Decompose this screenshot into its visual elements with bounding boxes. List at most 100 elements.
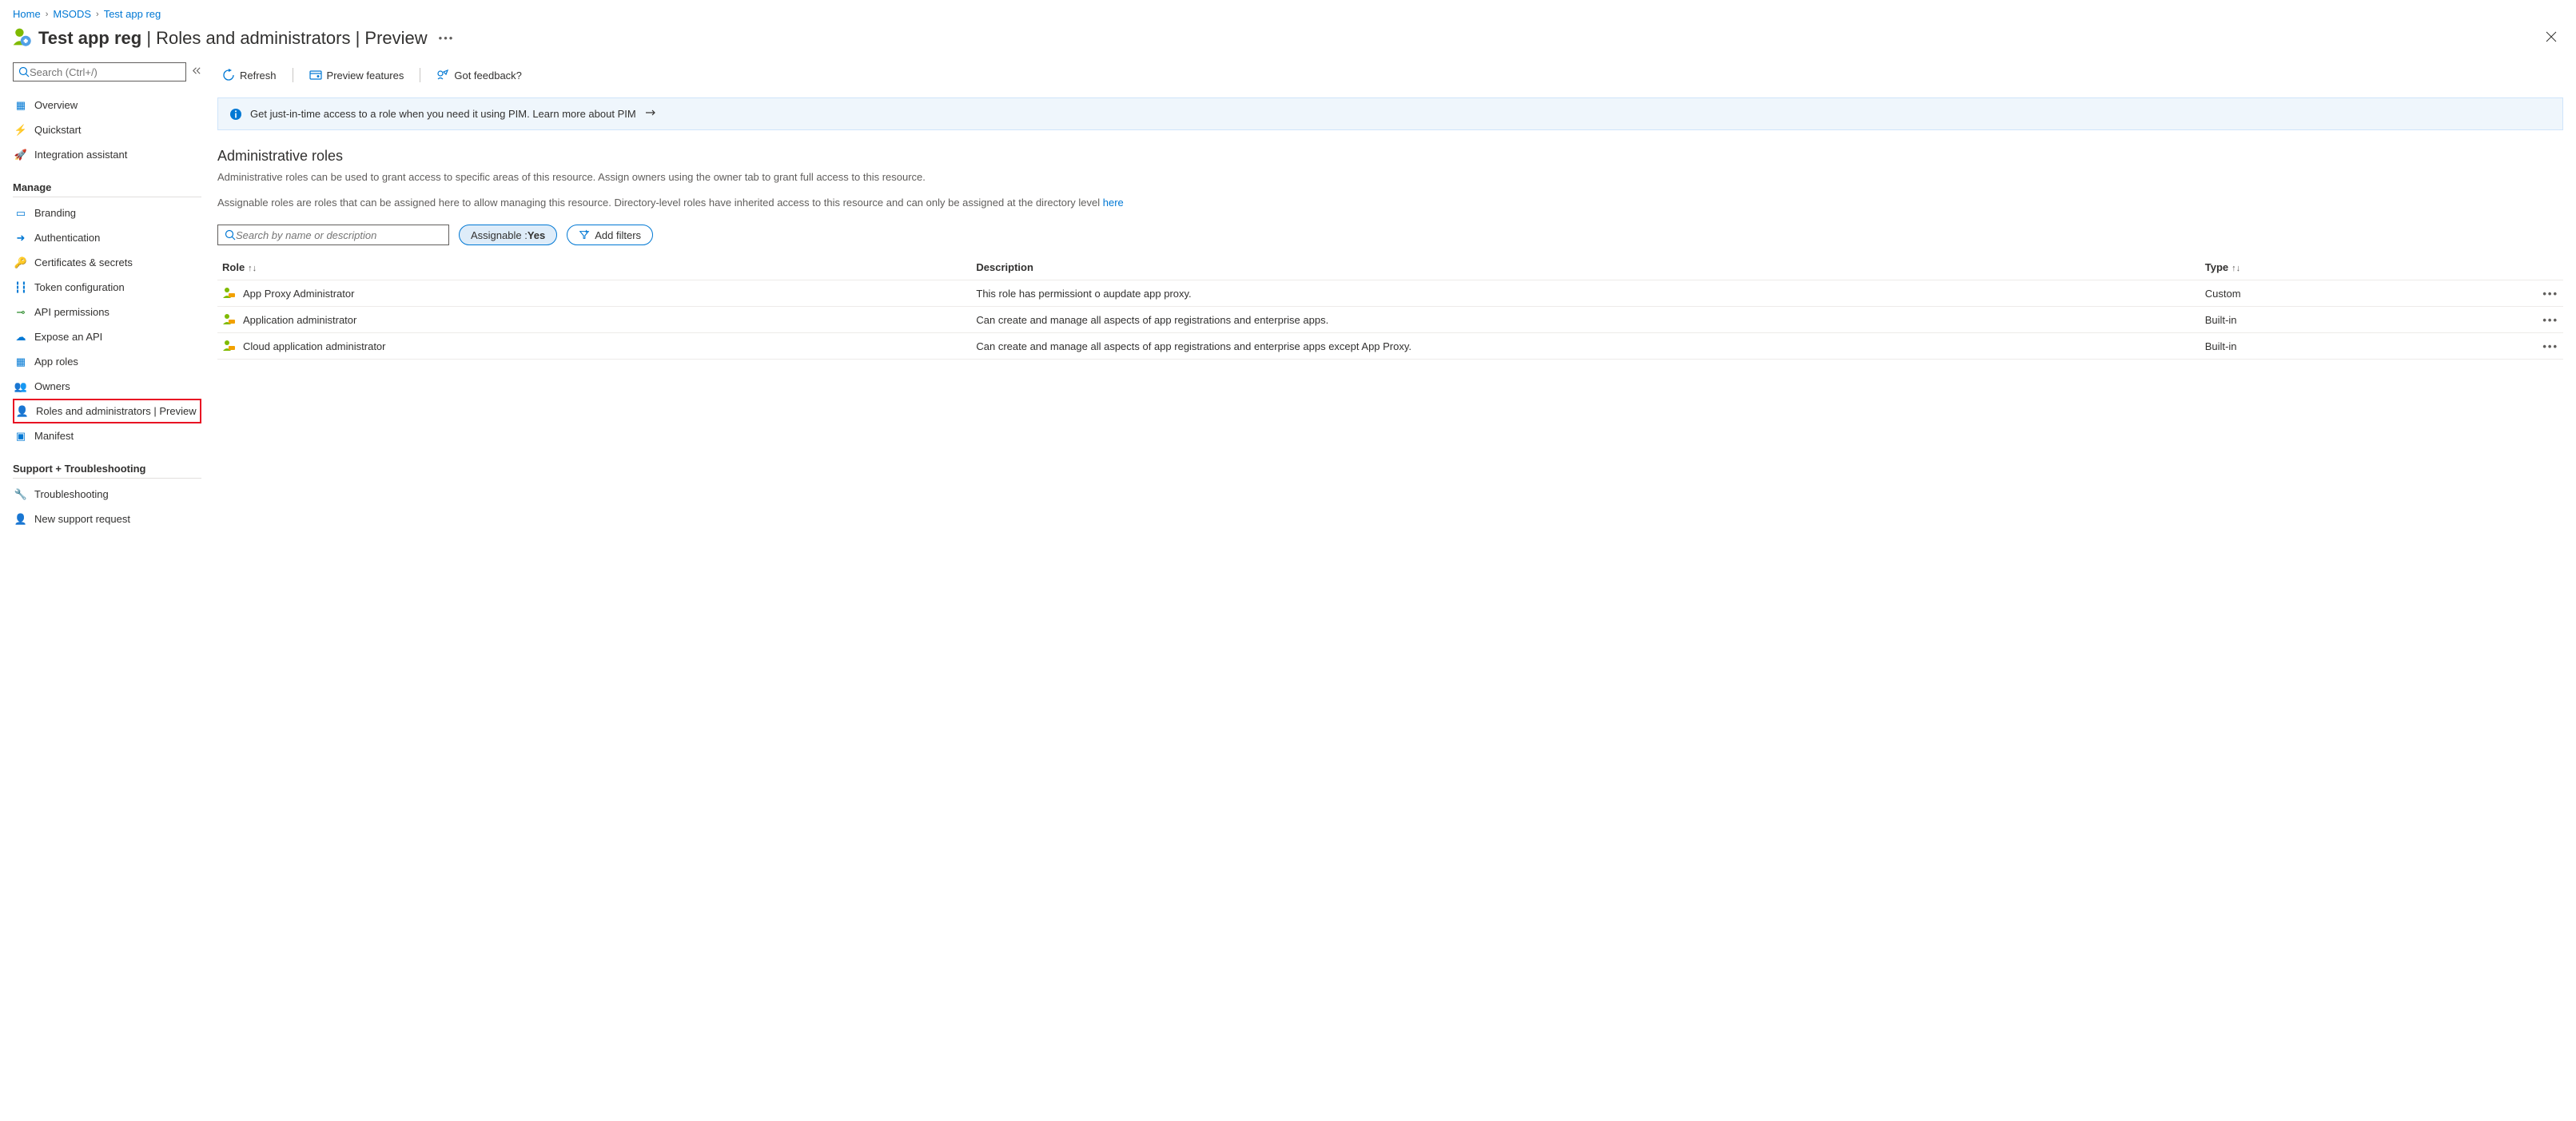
chevron-right-icon: › xyxy=(96,10,99,19)
collapse-sidebar-button[interactable] xyxy=(191,66,201,78)
section-heading: Administrative roles xyxy=(217,148,2563,165)
role-name: App Proxy Administrator xyxy=(243,288,354,300)
sidebar-item-label: Token configuration xyxy=(34,281,125,293)
sidebar-item-overview[interactable]: ▦ Overview xyxy=(13,93,201,117)
sidebar-item-label: API permissions xyxy=(34,306,109,318)
preview-features-button[interactable]: Preview features xyxy=(305,66,409,85)
sidebar-item-integration-assistant[interactable]: 🚀 Integration assistant xyxy=(13,142,201,167)
key-icon: 🔑 xyxy=(14,256,27,269)
row-context-menu[interactable]: ••• xyxy=(2479,333,2563,360)
sidebar-item-token-config[interactable]: ┇┇ Token configuration xyxy=(13,275,201,300)
role-search[interactable] xyxy=(217,225,449,245)
refresh-icon xyxy=(222,69,235,81)
manifest-icon: ▣ xyxy=(14,430,27,443)
branding-icon: ▭ xyxy=(14,207,27,220)
info-icon xyxy=(229,108,242,121)
sidebar-item-label: Roles and administrators | Preview xyxy=(36,405,197,417)
sidebar-item-label: Expose an API xyxy=(34,331,102,343)
sidebar-section-manage: Manage xyxy=(13,181,201,193)
role-name: Application administrator xyxy=(243,314,356,326)
authentication-icon: ➜ xyxy=(14,232,27,244)
sidebar-item-label: Overview xyxy=(34,99,78,111)
role-description: Can create and manage all aspects of app… xyxy=(971,307,2200,333)
sidebar-item-troubleshooting[interactable]: 🔧 Troubleshooting xyxy=(13,482,201,507)
role-icon xyxy=(222,312,237,327)
sidebar-item-label: New support request xyxy=(34,513,130,525)
role-search-input[interactable] xyxy=(236,229,442,241)
add-filters-button[interactable]: Add filters xyxy=(567,225,653,245)
title-app-name: Test app reg xyxy=(38,28,141,48)
breadcrumb-msods[interactable]: MSODS xyxy=(53,8,91,20)
api-permissions-icon: ⊸ xyxy=(14,306,27,319)
column-header-type[interactable]: Type↑↓ xyxy=(2200,255,2479,280)
row-context-menu[interactable]: ••• xyxy=(2479,307,2563,333)
preview-icon xyxy=(309,69,322,81)
info-banner: Get just-in-time access to a role when y… xyxy=(217,97,2563,130)
owners-icon: 👥 xyxy=(14,380,27,393)
sidebar-item-api-permissions[interactable]: ⊸ API permissions xyxy=(13,300,201,324)
role-type: Custom xyxy=(2200,280,2479,307)
sidebar-item-authentication[interactable]: ➜ Authentication xyxy=(13,225,201,250)
sidebar-item-app-roles[interactable]: ▦ App roles xyxy=(13,349,201,374)
info-banner-link[interactable] xyxy=(644,106,657,121)
title-suffix: | Roles and administrators | Preview xyxy=(146,28,427,48)
app-roles-icon: ▦ xyxy=(14,356,27,368)
filter-icon xyxy=(579,229,590,240)
row-context-menu[interactable]: ••• xyxy=(2479,280,2563,307)
role-type: Built-in xyxy=(2200,333,2479,360)
arrow-right-icon xyxy=(644,106,657,119)
sidebar-item-new-support[interactable]: 👤 New support request xyxy=(13,507,201,531)
role-icon xyxy=(222,339,237,353)
sidebar-search[interactable] xyxy=(13,62,186,81)
feedback-label: Got feedback? xyxy=(454,70,522,81)
token-icon: ┇┇ xyxy=(14,281,27,294)
column-header-role[interactable]: Role↑↓ xyxy=(217,255,971,280)
sort-icon: ↑↓ xyxy=(248,264,257,273)
add-filters-label: Add filters xyxy=(595,229,641,241)
roles-table: Role↑↓ Description Type↑↓ App Proxy Admi… xyxy=(217,255,2563,360)
filter-pill-value: Yes xyxy=(528,229,545,241)
sidebar-item-branding[interactable]: ▭ Branding xyxy=(13,201,201,225)
roles-icon: 👤 xyxy=(16,405,29,418)
preview-label: Preview features xyxy=(327,70,404,81)
page-title: Test app reg | Roles and administrators … xyxy=(38,28,428,49)
filter-pill-label: Assignable : xyxy=(471,229,528,241)
sidebar-item-label: Integration assistant xyxy=(34,149,127,161)
feedback-button[interactable]: Got feedback? xyxy=(432,66,527,85)
breadcrumb-current[interactable]: Test app reg xyxy=(104,8,161,20)
breadcrumb-home[interactable]: Home xyxy=(13,8,41,20)
section-description-2: Assignable roles are roles that can be a… xyxy=(217,195,2563,211)
expose-api-icon: ☁ xyxy=(14,331,27,344)
command-bar: Refresh Preview features Got feedback? xyxy=(217,62,2563,91)
sidebar: ▦ Overview ⚡ Quickstart 🚀 Integration as… xyxy=(0,62,205,531)
chevron-right-icon: › xyxy=(46,10,49,19)
table-row[interactable]: App Proxy Administrator This role has pe… xyxy=(217,280,2563,307)
desc2-text: Assignable roles are roles that can be a… xyxy=(217,197,1103,209)
table-row[interactable]: Application administrator Can create and… xyxy=(217,307,2563,333)
sidebar-item-manifest[interactable]: ▣ Manifest xyxy=(13,423,201,448)
refresh-button[interactable]: Refresh xyxy=(217,66,281,85)
sidebar-item-certificates[interactable]: 🔑 Certificates & secrets xyxy=(13,250,201,275)
sidebar-item-label: App roles xyxy=(34,356,78,368)
sidebar-item-owners[interactable]: 👥 Owners xyxy=(13,374,201,399)
close-button[interactable] xyxy=(2546,31,2557,45)
directory-level-link[interactable]: here xyxy=(1103,197,1124,209)
role-type: Built-in xyxy=(2200,307,2479,333)
main-content: Refresh Preview features Got feedback? G… xyxy=(205,62,2576,531)
section-description-1: Administrative roles can be used to gran… xyxy=(217,169,2563,185)
role-icon xyxy=(222,286,237,300)
table-row[interactable]: Cloud application administrator Can crea… xyxy=(217,333,2563,360)
breadcrumb: Home › MSODS › Test app reg xyxy=(0,0,2576,26)
sidebar-item-expose-api[interactable]: ☁ Expose an API xyxy=(13,324,201,349)
divider xyxy=(13,478,201,479)
column-header-description[interactable]: Description xyxy=(971,255,2200,280)
sidebar-item-label: Owners xyxy=(34,380,70,392)
sidebar-item-quickstart[interactable]: ⚡ Quickstart xyxy=(13,117,201,142)
sidebar-search-input[interactable] xyxy=(30,66,181,78)
filter-pill-assignable[interactable]: Assignable : Yes xyxy=(459,225,557,245)
feedback-icon xyxy=(436,69,449,81)
sidebar-item-roles-admins[interactable]: 👤 Roles and administrators | Preview xyxy=(13,399,201,423)
overview-icon: ▦ xyxy=(14,99,27,112)
troubleshooting-icon: 🔧 xyxy=(14,488,27,501)
more-actions-button[interactable]: ••• xyxy=(439,32,455,44)
